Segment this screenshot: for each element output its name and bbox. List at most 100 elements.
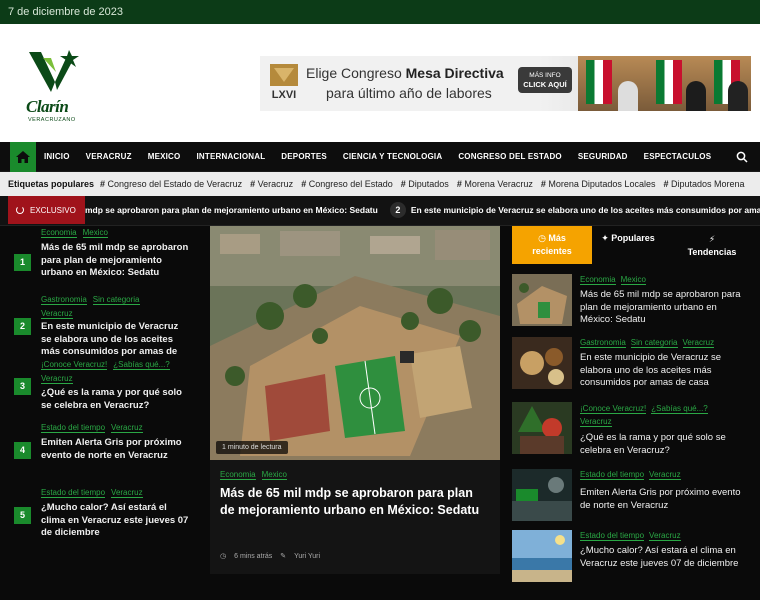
nav-item-ciencia-tecnologia[interactable]: CIENCIA Y TECNOLOGIA <box>335 142 450 172</box>
category-link[interactable]: Estado del tiempo <box>580 531 645 541</box>
tab-recent-label-2: recientes <box>532 246 572 256</box>
category-link[interactable]: Veracruz <box>649 470 681 480</box>
tab-recent[interactable]: ◷ Más recientes <box>512 226 592 264</box>
list-item-title[interactable]: Más de 65 mil mdp se aprobaron para plan… <box>41 242 191 280</box>
loading-spinner-icon <box>16 206 24 214</box>
ticker-item[interactable]: mdp se aprobaron para plan de mejoramien… <box>85 205 378 215</box>
category-link[interactable]: Veracruz <box>41 309 73 319</box>
tab-trending[interactable]: ⚡ Tendencias <box>672 226 752 264</box>
category-link[interactable]: Estado del tiempo <box>41 423 106 433</box>
category-link[interactable]: Economia <box>220 470 256 480</box>
category-link[interactable]: Sin categoria <box>630 338 678 348</box>
featured-article: 1 minuto de lectura Economia Mexico Más d… <box>210 226 500 574</box>
logo-subtitle: VERACRUZANO <box>28 117 76 123</box>
category-link[interactable]: Gastronomia <box>41 295 87 305</box>
alert-thumbnail <box>512 469 572 521</box>
list-item-number: 5 <box>14 507 31 524</box>
news-thumbnail[interactable] <box>512 274 572 326</box>
category-link[interactable]: Estado del tiempo <box>41 488 106 498</box>
news-title[interactable]: En este municipio de Veracruz se elabora… <box>580 352 748 390</box>
tag-link[interactable]: Morena Veracruz <box>457 179 533 189</box>
banner-more-info-button[interactable]: MÁS INFO CLICK AQUÍ <box>518 67 572 93</box>
list-item-title[interactable]: ¿Qué es la rama y por qué solo se celebr… <box>41 387 191 412</box>
banner-photo <box>578 56 751 111</box>
tag-link[interactable]: Veracruz <box>250 179 294 189</box>
list-item-title[interactable]: Emiten Alerta Gris por próximo evento de… <box>41 437 191 462</box>
list-item-title[interactable]: En este municipio de Veracruz se elabora… <box>41 321 191 358</box>
category-link[interactable]: Mexico <box>82 228 108 238</box>
category-link[interactable]: Veracruz <box>682 338 715 348</box>
news-title[interactable]: Más de 65 mil mdp se aprobaron para plan… <box>580 289 748 327</box>
home-button[interactable] <box>10 142 36 172</box>
category-link[interactable]: Veracruz <box>649 531 681 541</box>
main-content: 1 Economia Mexico Más de 65 mil mdp se ap… <box>0 226 760 582</box>
nav-item-espectaculos[interactable]: ESPECTACULOS <box>636 142 720 172</box>
logo-v-star-icon <box>29 50 79 92</box>
featured-image[interactable]: 1 minuto de lectura <box>210 226 500 460</box>
person-figure <box>618 81 638 111</box>
popular-tags-bar: Etiquetas populares Congreso del Estado … <box>0 172 760 196</box>
category-link[interactable]: Veracruz <box>111 488 143 498</box>
category-link[interactable]: Mexico <box>620 275 646 285</box>
featured-time: 6 mins atrás <box>234 553 273 560</box>
search-icon[interactable] <box>736 151 748 163</box>
list-item: ¡Conoce Veracruz! ¿Sabías qué...? Veracruz… <box>512 402 752 462</box>
category-link[interactable]: Economia <box>580 275 616 285</box>
category-link[interactable]: Sin categoria <box>92 295 140 305</box>
list-item-title[interactable]: ¿Mucho calor? Así estará el clima en Ver… <box>41 502 191 540</box>
category-link[interactable]: ¡Conoce Veracruz! <box>580 404 647 414</box>
news-title[interactable]: ¿Mucho calor? Así estará el clima en Ver… <box>580 545 748 570</box>
nav-item-veracruz[interactable]: VERACRUZ <box>78 142 140 172</box>
category-link[interactable]: Veracruz <box>580 417 612 427</box>
mexico-flag-center <box>656 60 682 104</box>
news-title[interactable]: ¿Qué es la rama y por qué solo se celebr… <box>580 432 748 457</box>
list-item-number: 4 <box>14 442 31 459</box>
person-figure <box>686 81 706 111</box>
category-link[interactable]: ¿Sabías qué...? <box>651 404 708 414</box>
category-link[interactable]: ¿Sabías qué...? <box>113 360 170 370</box>
news-thumbnail[interactable] <box>512 469 572 521</box>
site-logo[interactable]: Clarín VERACRUZANO <box>26 50 84 142</box>
featured-author[interactable]: Yuri Yuri <box>294 553 320 560</box>
list-item-categories: ¡Conoce Veracruz! ¿Sabías qué...? Veracruz <box>41 358 191 386</box>
tab-trending-label: Tendencias <box>687 247 737 257</box>
banner-subheadline: para último año de labores <box>326 85 492 101</box>
congreso-ad-banner[interactable]: LXVI Elige Congreso Mesa Directiva para … <box>260 56 751 111</box>
tag-link[interactable]: Congreso del Estado <box>301 179 393 189</box>
category-link[interactable]: Economia <box>41 228 77 238</box>
nav-item-mexico[interactable]: MEXICO <box>140 142 189 172</box>
news-categories: Gastronomia Sin categoria Veracruz <box>580 337 750 348</box>
nav-item-deportes[interactable]: DEPORTES <box>273 142 335 172</box>
news-title[interactable]: Emiten Alerta Gris por próximo evento de… <box>580 487 748 512</box>
nav-item-internacional[interactable]: INTERNACIONAL <box>188 142 273 172</box>
tag-link[interactable]: Morena Diputados Locales <box>541 179 655 189</box>
category-link[interactable]: Estado del tiempo <box>580 470 645 480</box>
nav-item-congreso[interactable]: CONGRESO DEL ESTADO <box>450 142 570 172</box>
tag-link[interactable]: Diputados Morena <box>663 179 745 189</box>
ticker-item[interactable]: En este municipio de Veracruz se elabora… <box>411 205 760 215</box>
featured-meta: ◷ 6 mins atrás ✎ Yuri Yuri <box>220 552 320 560</box>
tag-link[interactable]: Diputados <box>401 179 449 189</box>
category-link[interactable]: Mexico <box>261 470 287 480</box>
category-link[interactable]: Veracruz <box>111 423 143 433</box>
category-link[interactable]: Veracruz <box>41 374 73 384</box>
featured-title[interactable]: Más de 65 mil mdp se aprobaron para plan… <box>220 485 490 519</box>
nav-item-inicio[interactable]: INICIO <box>36 142 78 172</box>
nav-menu: INICIO VERACRUZ MEXICO INTERNACIONAL DEP… <box>36 142 719 172</box>
news-thumbnail[interactable] <box>512 337 572 389</box>
exclusive-badge: EXCLUSIVO <box>8 196 85 224</box>
clock-icon: ◷ <box>220 553 227 560</box>
tab-popular[interactable]: ✦ Populares <box>594 226 662 264</box>
featured-body: Economia Mexico Más de 65 mil mdp se apro… <box>210 460 500 574</box>
person-figure <box>728 81 748 111</box>
news-thumbnail[interactable] <box>512 530 572 582</box>
news-thumbnail[interactable] <box>512 402 572 454</box>
nav-item-seguridad[interactable]: SEGURIDAD <box>570 142 636 172</box>
ticker-item-number: 2 <box>389 202 406 218</box>
ticker-track: mdp se aprobaron para plan de mejoramien… <box>85 196 760 224</box>
clock-icon: ◷ <box>538 233 549 243</box>
tag-link[interactable]: Congreso del Estado de Veracruz <box>100 179 243 189</box>
category-link[interactable]: Gastronomia <box>580 338 626 348</box>
category-link[interactable]: ¡Conoce Veracruz! <box>41 360 108 370</box>
news-categories: Economia Mexico <box>580 274 750 285</box>
